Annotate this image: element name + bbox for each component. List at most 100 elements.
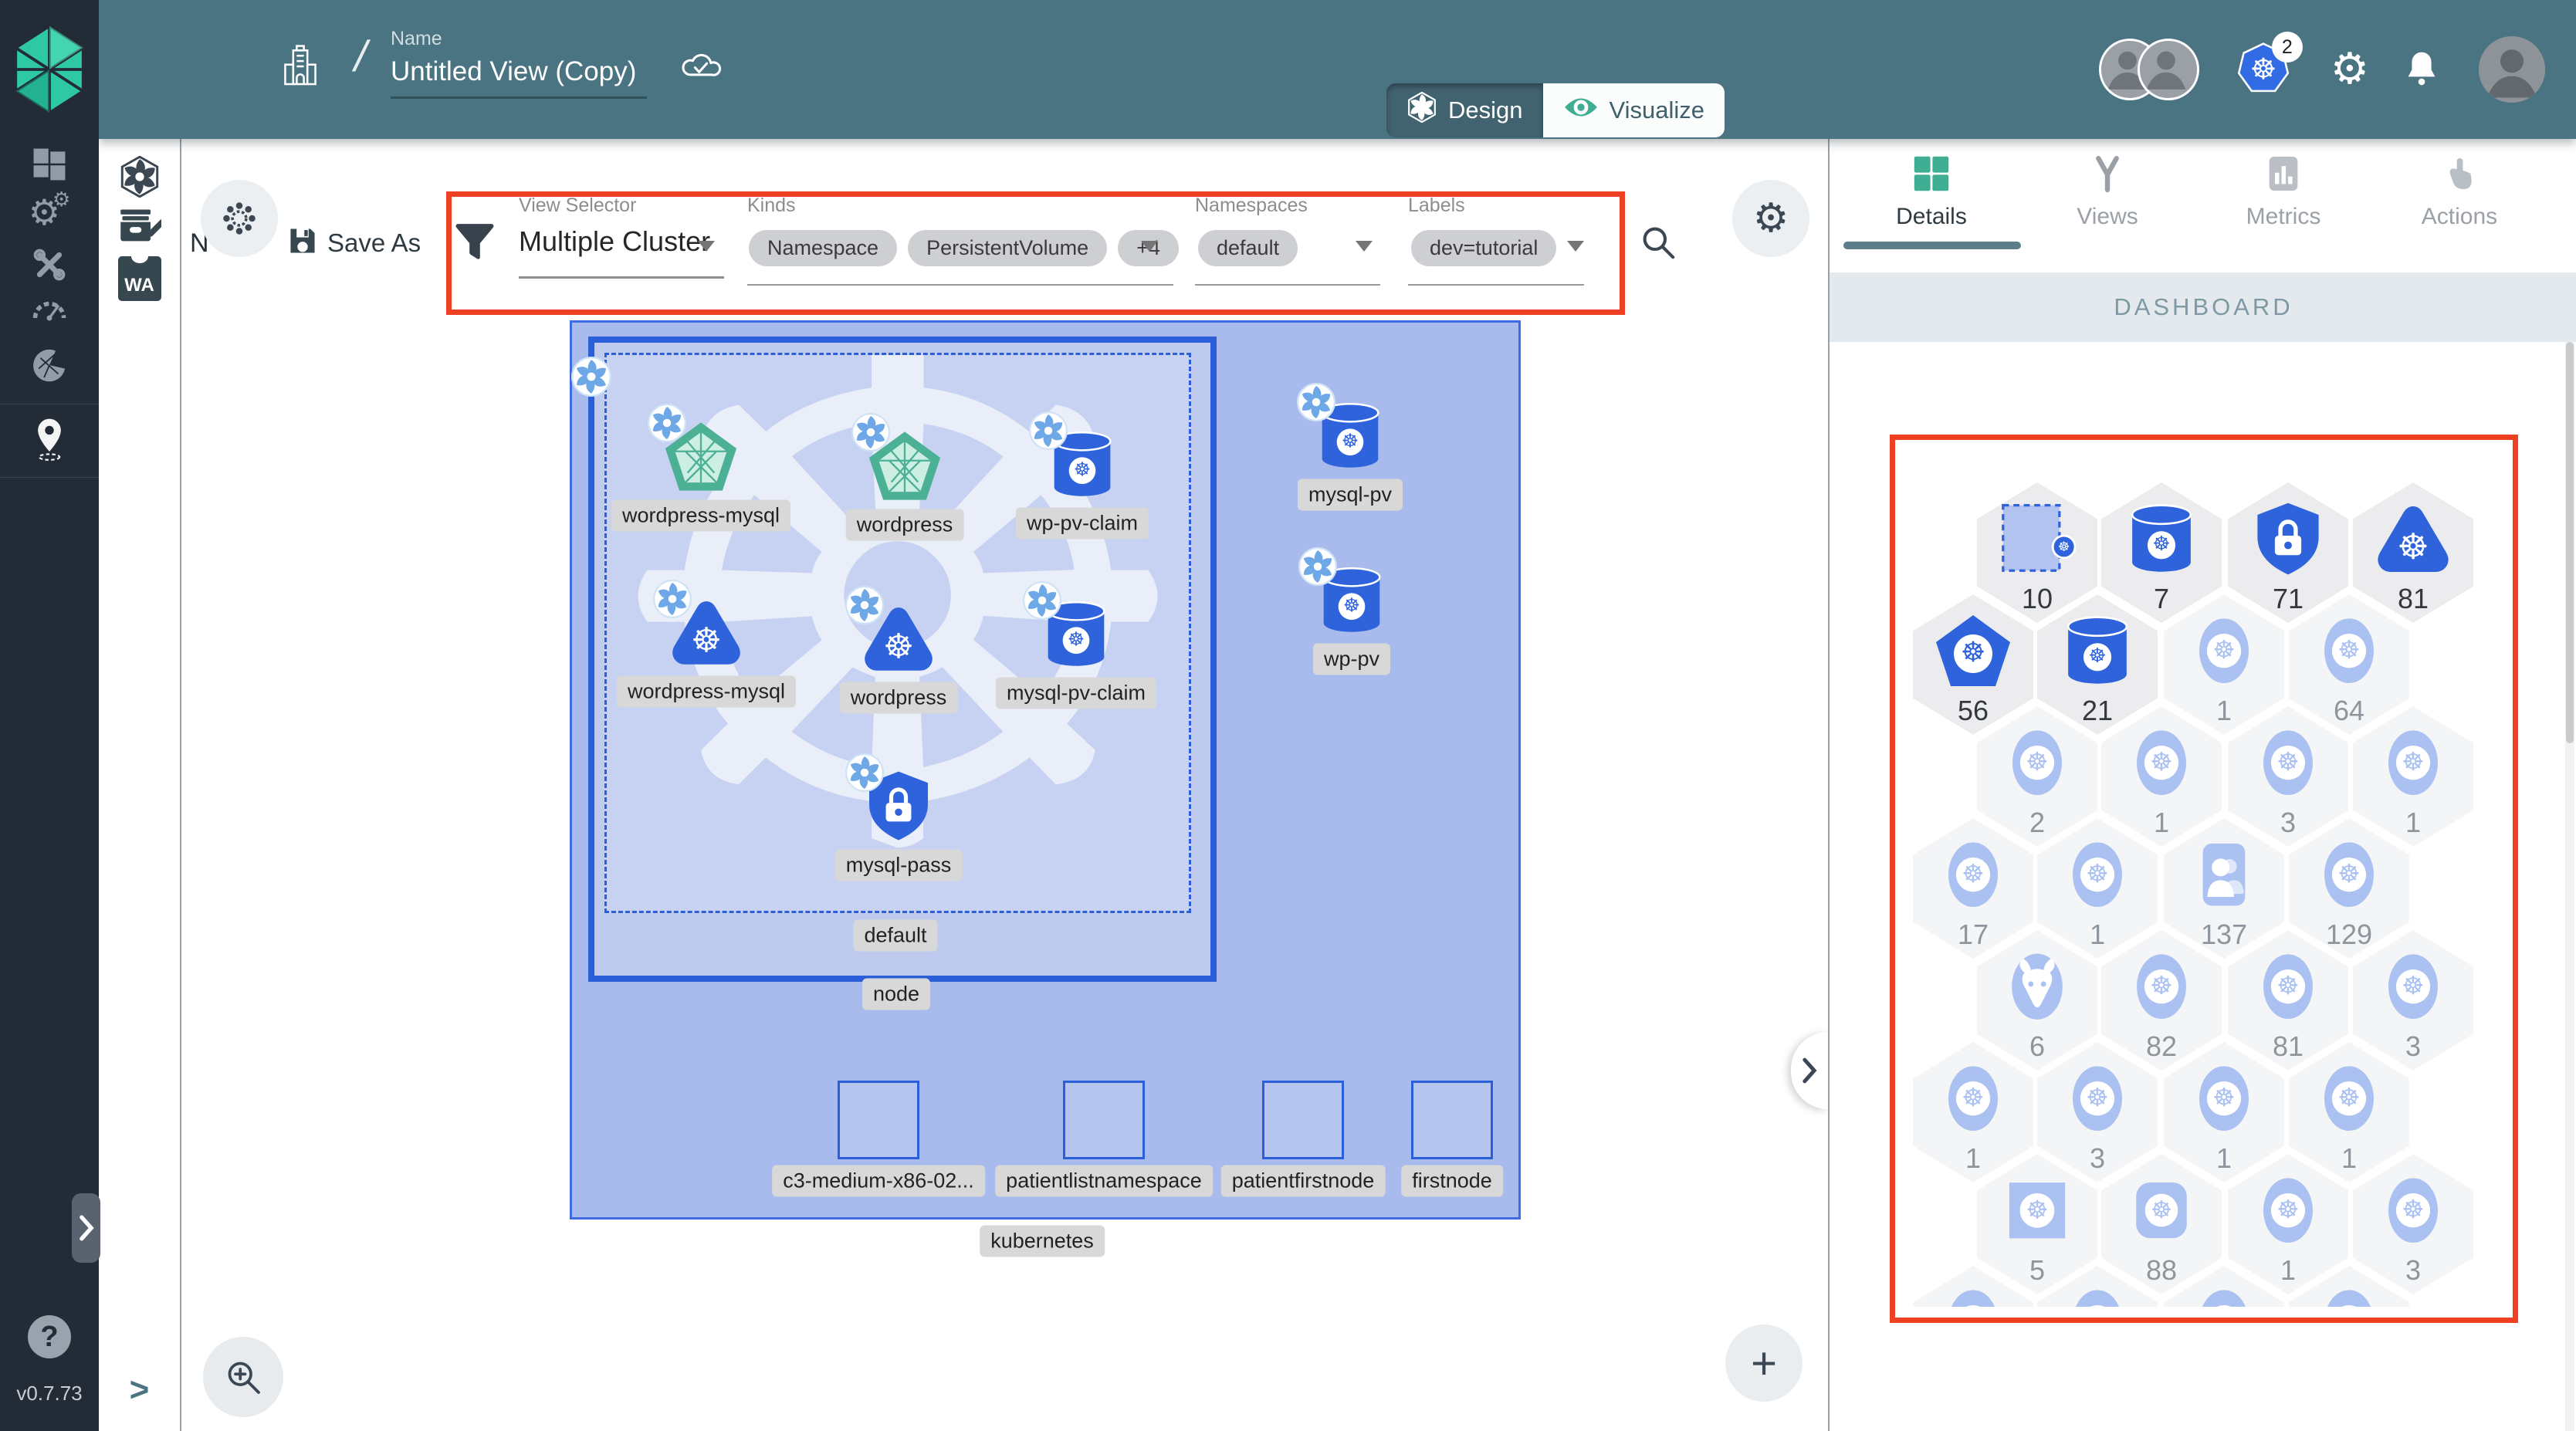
panel-scrollbar[interactable] bbox=[2565, 342, 2574, 1431]
designs-drawer-edit-icon[interactable] bbox=[99, 207, 180, 245]
canvas-node-secret[interactable] bbox=[845, 753, 941, 851]
svg-text:☸: ☸ bbox=[1962, 1083, 1984, 1112]
kubernetes-context-switcher[interactable]: ☸ 2 bbox=[2236, 32, 2303, 96]
resource-hex-k8s[interactable]: ☸ 64 bbox=[2289, 594, 2409, 735]
svg-text:☸: ☸ bbox=[2250, 53, 2276, 87]
filter-chip[interactable]: Namespace bbox=[749, 230, 898, 266]
tab-design[interactable]: Design bbox=[1386, 83, 1543, 137]
view-selector-value[interactable]: Multiple Cluster bbox=[519, 225, 710, 258]
resource-hex-k8s[interactable]: ☸ 81 bbox=[2228, 930, 2348, 1071]
k8s-icon: ☸ bbox=[2317, 610, 2381, 692]
canvas-settings-button[interactable]: ⚙ bbox=[1732, 180, 1809, 257]
sidebar-item-lifecycle[interactable]: ⚙ ⚙ bbox=[0, 190, 99, 230]
kinds-caret[interactable] bbox=[1141, 241, 1158, 252]
resource-hex-volume[interactable]: ☸ 21 bbox=[2037, 594, 2158, 735]
wasm-filter-icon[interactable]: WA bbox=[99, 249, 180, 301]
search-icon[interactable] bbox=[1640, 224, 1677, 265]
resource-hex-k8s[interactable]: ☸ 3 bbox=[2353, 930, 2473, 1071]
view-name-field[interactable]: Name Untitled View (Copy) bbox=[391, 28, 647, 99]
metrics-barchart-icon bbox=[2199, 150, 2368, 193]
tab-views[interactable]: Views bbox=[2023, 150, 2192, 230]
resource-hex-k8s[interactable]: ☸ 1 bbox=[2164, 594, 2284, 735]
tab-visualize[interactable]: Visualize bbox=[1542, 83, 1725, 137]
canvas-node-service[interactable] bbox=[648, 404, 743, 501]
resource-hex-k8s[interactable]: ☸ 3 bbox=[2353, 1154, 2473, 1294]
resource-count: 1 bbox=[2405, 807, 2422, 838]
resource-hex-volume[interactable]: ☸ 7 bbox=[2101, 482, 2222, 623]
namespaces-caret[interactable] bbox=[1356, 241, 1373, 252]
resource-hex-square[interactable]: ☸ 5 bbox=[1977, 1154, 2097, 1294]
resource-hex-k8s[interactable]: ☸ 1 bbox=[2353, 706, 2473, 847]
node-label: wp-pv-claim bbox=[1015, 507, 1149, 540]
canvas-empty-node[interactable] bbox=[838, 1081, 919, 1159]
resource-hex-deployment[interactable]: ☸ 81 bbox=[2353, 482, 2473, 623]
user-avatar[interactable] bbox=[2479, 36, 2545, 103]
resource-hex-namespace[interactable]: ☸ 10 bbox=[1977, 482, 2097, 623]
canvas-node-deployment[interactable]: ☸ bbox=[845, 586, 941, 683]
save-as-icon[interactable] bbox=[287, 225, 318, 260]
resource-hex-users[interactable]: 137 bbox=[2164, 818, 2284, 959]
filter-chip[interactable]: dev=tutorial bbox=[1411, 230, 1557, 266]
tab-actions[interactable]: Actions bbox=[2375, 150, 2544, 230]
resource-hex-k8s[interactable]: ☸ 1 bbox=[2289, 1042, 2409, 1182]
organization-icon[interactable] bbox=[283, 45, 318, 92]
resource-hex-k8s[interactable]: ☸ 3 bbox=[2228, 706, 2348, 847]
meshery-swirl-icon[interactable] bbox=[99, 156, 180, 198]
zoom-in-button[interactable] bbox=[203, 1337, 283, 1417]
resource-count: 7 bbox=[2153, 583, 2170, 614]
resource-hex-k8s[interactable]: ☸ 1 bbox=[2101, 706, 2222, 847]
collaborator-avatar[interactable] bbox=[2137, 39, 2199, 100]
tab-details[interactable]: Details bbox=[1847, 150, 2016, 230]
sidebar-item-performance[interactable] bbox=[0, 295, 99, 323]
filter-chip[interactable]: PersistentVolume bbox=[908, 230, 1108, 266]
resource-hex-k8s[interactable]: ☸ 1 bbox=[2228, 1154, 2348, 1294]
resource-hex-secret[interactable]: 71 bbox=[2228, 482, 2348, 623]
canvas-node-deployment[interactable]: ☸ bbox=[653, 580, 749, 677]
filter-chip[interactable]: default bbox=[1198, 230, 1298, 266]
help-button[interactable]: ? bbox=[28, 1315, 71, 1358]
resource-hex-bull[interactable]: 6 bbox=[1977, 930, 2097, 1071]
add-node-button[interactable]: + bbox=[1725, 1324, 1803, 1402]
notifications-bell-icon[interactable] bbox=[2405, 49, 2439, 90]
sidebar-item-configuration[interactable] bbox=[0, 247, 99, 282]
rail-expand-chevron[interactable]: > bbox=[99, 1371, 180, 1409]
svg-text:☸: ☸ bbox=[2276, 971, 2299, 1000]
resource-hex-k8s[interactable]: ☸ 1 bbox=[1913, 1042, 2033, 1182]
resource-hex-roundsquare[interactable]: ☸ 88 bbox=[2101, 1154, 2222, 1294]
canvas-node-volume[interactable]: ☸ bbox=[1298, 547, 1394, 644]
resource-hex-pentagon[interactable]: ☸ 56 bbox=[1913, 594, 2033, 735]
save-as-button[interactable]: Save As bbox=[327, 228, 421, 258]
canvas-empty-node[interactable] bbox=[1262, 1081, 1344, 1159]
k8s-icon: ☸ bbox=[2066, 834, 2129, 915]
view-name-input[interactable]: Untitled View (Copy) bbox=[391, 56, 647, 87]
labels-caret[interactable] bbox=[1567, 241, 1584, 252]
canvas-node-volume[interactable]: ☸ bbox=[1023, 581, 1119, 678]
scrollbar-thumb[interactable] bbox=[2566, 342, 2574, 743]
canvas-node-service[interactable] bbox=[851, 413, 947, 510]
sidebar-expand-tab[interactable] bbox=[72, 1193, 100, 1263]
resource-hex-k8s[interactable]: ☸ 82 bbox=[2101, 930, 2222, 1071]
resource-hex-k8s[interactable]: ☸ 17 bbox=[1913, 818, 2033, 959]
panel-collapse-tab[interactable] bbox=[1791, 1032, 1828, 1109]
view-selector-caret[interactable] bbox=[698, 241, 715, 252]
sidebar-item-kanvas[interactable] bbox=[0, 417, 99, 462]
tab-metrics[interactable]: Metrics bbox=[2199, 150, 2368, 230]
resource-hex-k8s[interactable]: ☸ 3 bbox=[2037, 1042, 2158, 1182]
resource-hex-k8s[interactable]: ☸ 1 bbox=[2037, 818, 2158, 959]
canvas-node-volume[interactable]: ☸ bbox=[1029, 411, 1125, 509]
roundsquare-icon: ☸ bbox=[2130, 1169, 2193, 1251]
resources-flower-button[interactable] bbox=[201, 180, 278, 257]
resource-hex-k8s[interactable]: ☸ 2 bbox=[1977, 706, 2097, 847]
svg-text:☸: ☸ bbox=[1342, 429, 1359, 452]
settings-gear-icon[interactable]: ⚙ bbox=[2331, 48, 2369, 91]
canvas-empty-node[interactable] bbox=[1063, 1081, 1145, 1159]
canvas-node-volume[interactable]: ☸ bbox=[1297, 383, 1393, 480]
resource-count: 5 bbox=[2029, 1254, 2046, 1286]
sidebar-item-extensions[interactable] bbox=[0, 347, 99, 383]
resource-count: 6 bbox=[2029, 1030, 2046, 1062]
canvas-empty-node[interactable] bbox=[1411, 1081, 1493, 1159]
meshery-logo[interactable] bbox=[11, 23, 88, 120]
sidebar-item-dashboard[interactable] bbox=[0, 147, 99, 182]
resource-hex-k8s[interactable]: ☸ 1 bbox=[2164, 1042, 2284, 1182]
resource-hex-k8s[interactable]: ☸ 129 bbox=[2289, 818, 2409, 959]
